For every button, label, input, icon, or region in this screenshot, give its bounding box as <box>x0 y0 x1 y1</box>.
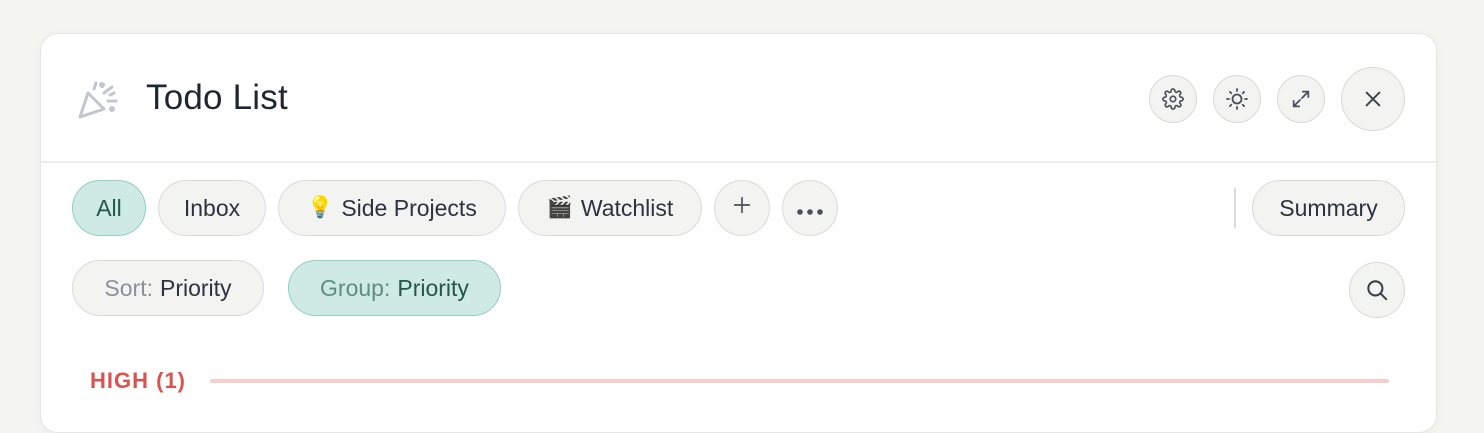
tab-label: Watchlist <box>580 194 674 221</box>
group-value: Priority <box>397 274 469 301</box>
theme-toggle-button[interactable] <box>1213 75 1261 123</box>
tab-label: Inbox <box>183 194 241 221</box>
summary-label: Summary <box>1279 194 1378 221</box>
search-icon <box>1364 277 1390 303</box>
expand-arrows-icon <box>1290 88 1312 110</box>
gear-icon <box>1162 88 1184 110</box>
tab-all[interactable]: All <box>72 180 146 236</box>
sun-icon <box>1225 87 1249 111</box>
plus-icon <box>731 194 753 222</box>
close-icon <box>1362 88 1384 110</box>
toolbar-divider <box>1234 188 1236 228</box>
summary-button[interactable]: Summary <box>1252 180 1405 236</box>
settings-button[interactable] <box>1149 75 1197 123</box>
tab-inbox[interactable]: Inbox <box>158 180 266 236</box>
tab-label: All <box>96 194 122 221</box>
more-lists-button[interactable] <box>782 180 838 236</box>
group-prefix: Group: <box>320 274 391 301</box>
section-divider <box>210 379 1389 383</box>
sort-dropdown[interactable]: Sort: Priority <box>72 260 264 316</box>
clapperboard-icon: 🎬 <box>546 196 573 219</box>
group-dropdown[interactable]: Group: Priority <box>288 260 501 316</box>
sort-prefix: Sort: <box>104 274 153 301</box>
ellipsis-icon <box>796 195 824 222</box>
expand-button[interactable] <box>1277 75 1325 123</box>
sort-value: Priority <box>160 274 232 301</box>
close-button[interactable] <box>1341 67 1405 131</box>
page-title: Todo List <box>146 78 288 117</box>
search-button[interactable] <box>1349 262 1405 318</box>
party-popper-icon <box>74 79 118 123</box>
section-high-label: HIGH (1) <box>90 368 186 393</box>
lightbulb-icon: 💡 <box>307 196 334 219</box>
panel-header: Todo List <box>41 34 1436 163</box>
tab-label: Side Projects <box>341 194 477 221</box>
todo-panel: Todo List All Inbox 💡 Side Projects 🎬 Wa… <box>40 33 1437 433</box>
tab-watchlist[interactable]: 🎬 Watchlist <box>518 180 702 236</box>
add-list-button[interactable] <box>714 180 770 236</box>
tab-side-projects[interactable]: 💡 Side Projects <box>278 180 506 236</box>
